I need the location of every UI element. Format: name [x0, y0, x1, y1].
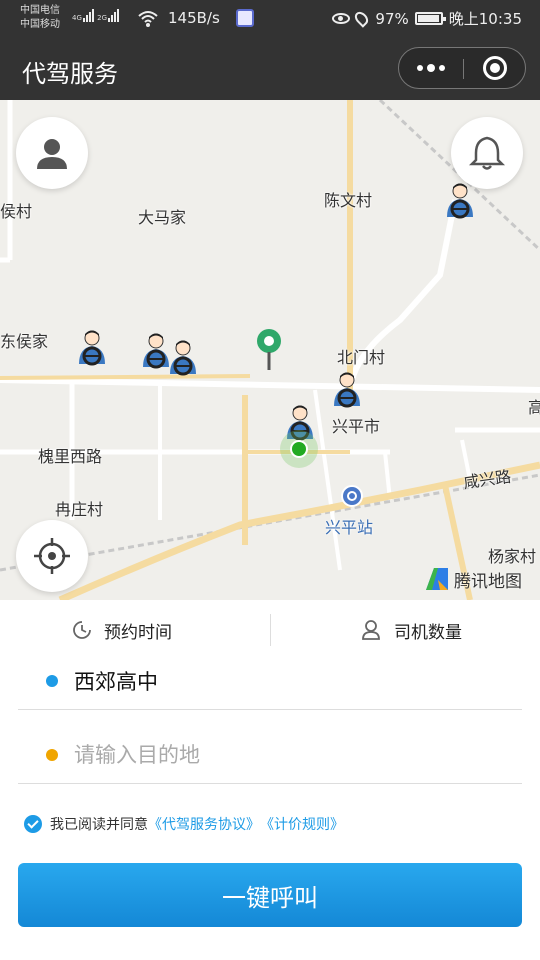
map-label-dong-hou-jia: 东侯家: [0, 332, 49, 351]
tab-divider: [270, 614, 271, 646]
clock: 晚上10:35: [448, 10, 522, 28]
one-click-call-button[interactable]: 一键呼叫: [18, 863, 522, 927]
reserve-time-label: 预约时间: [104, 622, 172, 643]
agreement-row: 我已阅读并同意 《代驾服务协议》 《计价规则》: [24, 814, 344, 834]
locate-me-button[interactable]: [16, 520, 88, 592]
mini-program-capsule: [398, 47, 526, 89]
crosshair-icon: [34, 538, 70, 574]
destination-field[interactable]: [18, 726, 522, 784]
map-label-gao: 高: [528, 398, 540, 417]
carrier-1: 中国电信: [20, 5, 60, 16]
close-circle-icon: [483, 56, 507, 80]
map-label-chen-wen-cun: 陈文村: [324, 191, 373, 210]
reserve-time-button[interactable]: 预约时间: [72, 614, 172, 646]
network-type-2: 2G: [97, 14, 108, 22]
map-label-yang-jia-cun: 杨家村: [488, 547, 537, 566]
carrier-info: 中国电信 中国移动: [20, 4, 60, 32]
more-dot-icon: [439, 65, 445, 71]
wifi-icon: [138, 11, 158, 27]
network-type-1: 4G: [72, 14, 82, 22]
page-title: 代驾服务: [22, 60, 118, 88]
network-speed: 145B/s: [168, 9, 220, 27]
status-right: 97% 晚上10:35: [332, 8, 522, 29]
bell-icon: [468, 136, 506, 170]
battery-percent: 97%: [375, 9, 409, 28]
destination-input[interactable]: [74, 742, 474, 767]
agreement-checkbox[interactable]: [24, 815, 42, 833]
pricing-rules-link[interactable]: 《计价规则》: [260, 814, 344, 834]
location-icon: [352, 9, 372, 28]
driver-marker-icon[interactable]: [166, 340, 200, 376]
map-label-bei-men-cun: 北门村: [337, 348, 386, 367]
driver-count-button[interactable]: 司机数量: [360, 614, 462, 646]
driver-marker-icon[interactable]: [330, 372, 364, 408]
map-provider-name: 腾讯地图: [454, 571, 522, 592]
map-provider-logo: 腾讯地图: [424, 566, 522, 592]
more-dot-icon: [417, 65, 423, 71]
user-profile-button[interactable]: [16, 117, 88, 189]
start-dot-icon: [46, 674, 58, 687]
status-bar: 中国电信 中国移动 4G 2G 145B/s 97% 晚上10:35: [0, 0, 540, 38]
signal-icon: 4G 2G: [72, 9, 120, 22]
app-notification-icon: [236, 9, 254, 27]
start-location-field[interactable]: 西郊高中: [18, 652, 522, 710]
map-label-huai-li-xi-lu: 槐里西路: [38, 447, 103, 466]
option-tabs: 预约时间 司机数量: [0, 600, 540, 660]
screen: 中国电信 中国移动 4G 2G 145B/s 97% 晚上10:35 代驾服务: [0, 0, 540, 960]
map-label-xing-ping-zhan: 兴平站: [325, 518, 374, 537]
driver-marker-icon[interactable]: [443, 183, 477, 219]
carrier-2: 中国移动: [20, 19, 60, 30]
driver-count-label: 司机数量: [394, 622, 462, 643]
driver-marker-icon[interactable]: [75, 330, 109, 366]
start-location-value: 西郊高中: [74, 669, 158, 694]
map-label-hou-cun: 侯村: [0, 202, 33, 221]
notification-button[interactable]: [451, 117, 523, 189]
close-button[interactable]: [463, 48, 527, 88]
agreement-prefix: 我已阅读并同意: [50, 817, 148, 833]
eye-icon: [332, 13, 351, 24]
battery-icon: [414, 12, 446, 25]
tencent-map-icon: [426, 568, 448, 590]
map-label-ran-zhuang-cun: 冉庄村: [55, 500, 104, 519]
booking-panel: 预约时间 司机数量 西郊高中 我已阅读并同意 《代驾服务协议》 《计价规则》: [0, 600, 540, 960]
service-agreement-link[interactable]: 《代驾服务协议》: [148, 814, 260, 834]
map-label-da-ma-jia: 大马家: [138, 208, 187, 227]
map-label-xing-ping-shi: 兴平市: [332, 417, 381, 436]
user-icon: [37, 139, 67, 169]
clock-icon: [73, 621, 91, 639]
destination-dot-icon: [46, 748, 58, 761]
map-pin-icon: [257, 329, 281, 370]
map-view[interactable]: 侯村 大马家 陈文村 东侯家 北门村 兴平市 高 槐里西路 咸兴路 冉庄村 兴平…: [0, 100, 540, 600]
train-station-icon: [341, 485, 363, 507]
my-location-marker: [280, 430, 318, 468]
more-dot-icon: [427, 64, 435, 72]
person-icon: [362, 620, 380, 640]
more-button[interactable]: [399, 48, 463, 88]
